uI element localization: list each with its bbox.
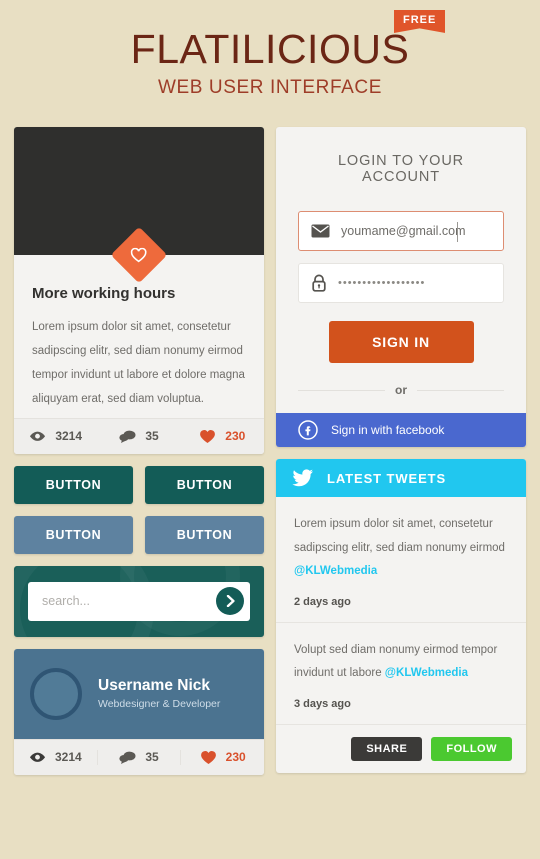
- page-header: FLATILICIOUS WEB USER INTERFACE FREE: [0, 0, 540, 99]
- search-widget: [14, 565, 264, 637]
- profile-header: Username Nick Webdesigner & Developer: [14, 648, 264, 739]
- stat-views-value: 3214: [54, 750, 82, 765]
- heart-icon: [200, 750, 216, 764]
- divider-line-left: [298, 389, 385, 391]
- heart-icon: [200, 429, 216, 443]
- email-field-value: youmame@gmail.com: [341, 224, 466, 238]
- email-field[interactable]: youmame@gmail.com: [298, 211, 504, 251]
- profile-stats-bar: 3214 35 230: [14, 738, 264, 775]
- eye-icon: [29, 752, 45, 762]
- tweet-text: Lorem ipsum dolor sit amet, consetetur s…: [294, 513, 508, 584]
- comment-icon: [119, 430, 136, 443]
- chevron-right-icon: [226, 595, 235, 608]
- stat-comments-value: 35: [145, 429, 159, 444]
- share-button[interactable]: SHARE: [351, 736, 423, 761]
- post-image-placeholder: [14, 127, 264, 284]
- tweet-actions: SHARE FOLLOW: [276, 723, 526, 773]
- password-field-value: ••••••••••••••••••: [338, 277, 426, 289]
- tweet-body: Lorem ipsum dolor sit amet, consetetur s…: [294, 518, 505, 554]
- stat-likes[interactable]: 230: [181, 429, 264, 444]
- login-card: LOGIN TO YOUR ACCOUNT youmame@gmail.com: [276, 127, 526, 447]
- avatar: [30, 667, 82, 720]
- facebook-signin-button[interactable]: Sign in with facebook: [276, 413, 526, 447]
- profile-name: Username Nick: [98, 677, 211, 695]
- button-3[interactable]: BUTTON: [14, 515, 133, 554]
- password-field[interactable]: ••••••••••••••••••: [298, 263, 504, 303]
- or-label: or: [395, 383, 407, 397]
- free-badge: FREE: [393, 10, 446, 33]
- tweets-card: LATEST TWEETS Lorem ipsum dolor sit amet…: [276, 459, 526, 773]
- stat-views-value: 3214: [55, 429, 83, 444]
- logo-block: FLATILICIOUS WEB USER INTERFACE FREE: [130, 10, 446, 99]
- heart-icon: [131, 247, 147, 262]
- post-stats-bar: 3214 35 230: [14, 417, 264, 454]
- post-text: Lorem ipsum dolor sit amet, consetetur s…: [32, 321, 245, 405]
- profile-text: Username Nick Webdesigner & Developer: [98, 677, 220, 710]
- lock-icon: [311, 274, 327, 292]
- stat-comments[interactable]: 35: [97, 429, 180, 444]
- eye-icon: [30, 431, 46, 441]
- envelope-icon: [311, 224, 330, 238]
- login-panel: LOGIN TO YOUR ACCOUNT youmame@gmail.com: [276, 127, 526, 447]
- post-title: More working hours: [32, 285, 176, 302]
- or-divider: or: [298, 383, 504, 397]
- button-2[interactable]: BUTTON: [145, 465, 264, 504]
- content-columns: More working hours Lorem ipsum dolor sit…: [14, 127, 526, 775]
- comment-icon: [119, 751, 136, 764]
- stat-views[interactable]: 3214: [14, 750, 97, 765]
- stat-likes-value: 230: [225, 750, 246, 765]
- stat-likes[interactable]: 230: [180, 749, 264, 765]
- tweet-mention[interactable]: @KLWebmedia: [385, 667, 468, 679]
- page-root: FLATILICIOUS WEB USER INTERFACE FREE Mor…: [0, 0, 540, 859]
- facebook-signin-label: Sign in with facebook: [331, 423, 445, 437]
- search-input[interactable]: [42, 594, 216, 609]
- follow-button[interactable]: FOLLOW: [431, 736, 512, 761]
- page-title: FLATILICIOUS: [130, 26, 410, 72]
- search-submit-button[interactable]: [216, 587, 244, 616]
- tweet-timestamp: 2 days ago: [294, 595, 351, 608]
- divider-line-right: [417, 389, 504, 391]
- tweets-header-label: LATEST TWEETS: [327, 470, 447, 486]
- stat-likes-value: 230: [225, 429, 246, 444]
- search-field: [28, 581, 250, 621]
- tweet-text: Volupt sed diam nonumy eirmod tempor inv…: [294, 639, 508, 686]
- right-column: LOGIN TO YOUR ACCOUNT youmame@gmail.com: [276, 127, 526, 775]
- left-column: More working hours Lorem ipsum dolor sit…: [14, 127, 264, 775]
- twitter-bird-icon: [292, 469, 313, 487]
- stat-comments-value: 35: [145, 750, 159, 765]
- text-caret: [457, 222, 458, 242]
- profile-role: Webdesigner & Developer: [98, 698, 221, 711]
- tweets-header: LATEST TWEETS: [276, 459, 526, 497]
- button-1[interactable]: BUTTON: [14, 465, 133, 504]
- button-4[interactable]: BUTTON: [145, 515, 264, 554]
- facebook-icon: [298, 420, 318, 440]
- page-subtitle: WEB USER INTERFACE: [157, 77, 383, 99]
- login-title: LOGIN TO YOUR ACCOUNT: [337, 153, 465, 185]
- tweet-timestamp: 3 days ago: [294, 697, 351, 710]
- stat-views[interactable]: 3214: [14, 429, 97, 444]
- button-grid: BUTTON BUTTON BUTTON BUTTON: [14, 465, 264, 554]
- tweet-item: Volupt sed diam nonumy eirmod tempor inv…: [276, 621, 526, 724]
- stat-comments[interactable]: 35: [96, 749, 181, 765]
- profile-card: Username Nick Webdesigner & Developer 32…: [14, 648, 264, 775]
- tweet-mention[interactable]: @KLWebmedia: [294, 565, 377, 577]
- sign-in-button[interactable]: SIGN IN: [328, 321, 474, 363]
- post-card: More working hours Lorem ipsum dolor sit…: [14, 127, 264, 454]
- tweet-item: Lorem ipsum dolor sit amet, consetetur s…: [276, 497, 526, 622]
